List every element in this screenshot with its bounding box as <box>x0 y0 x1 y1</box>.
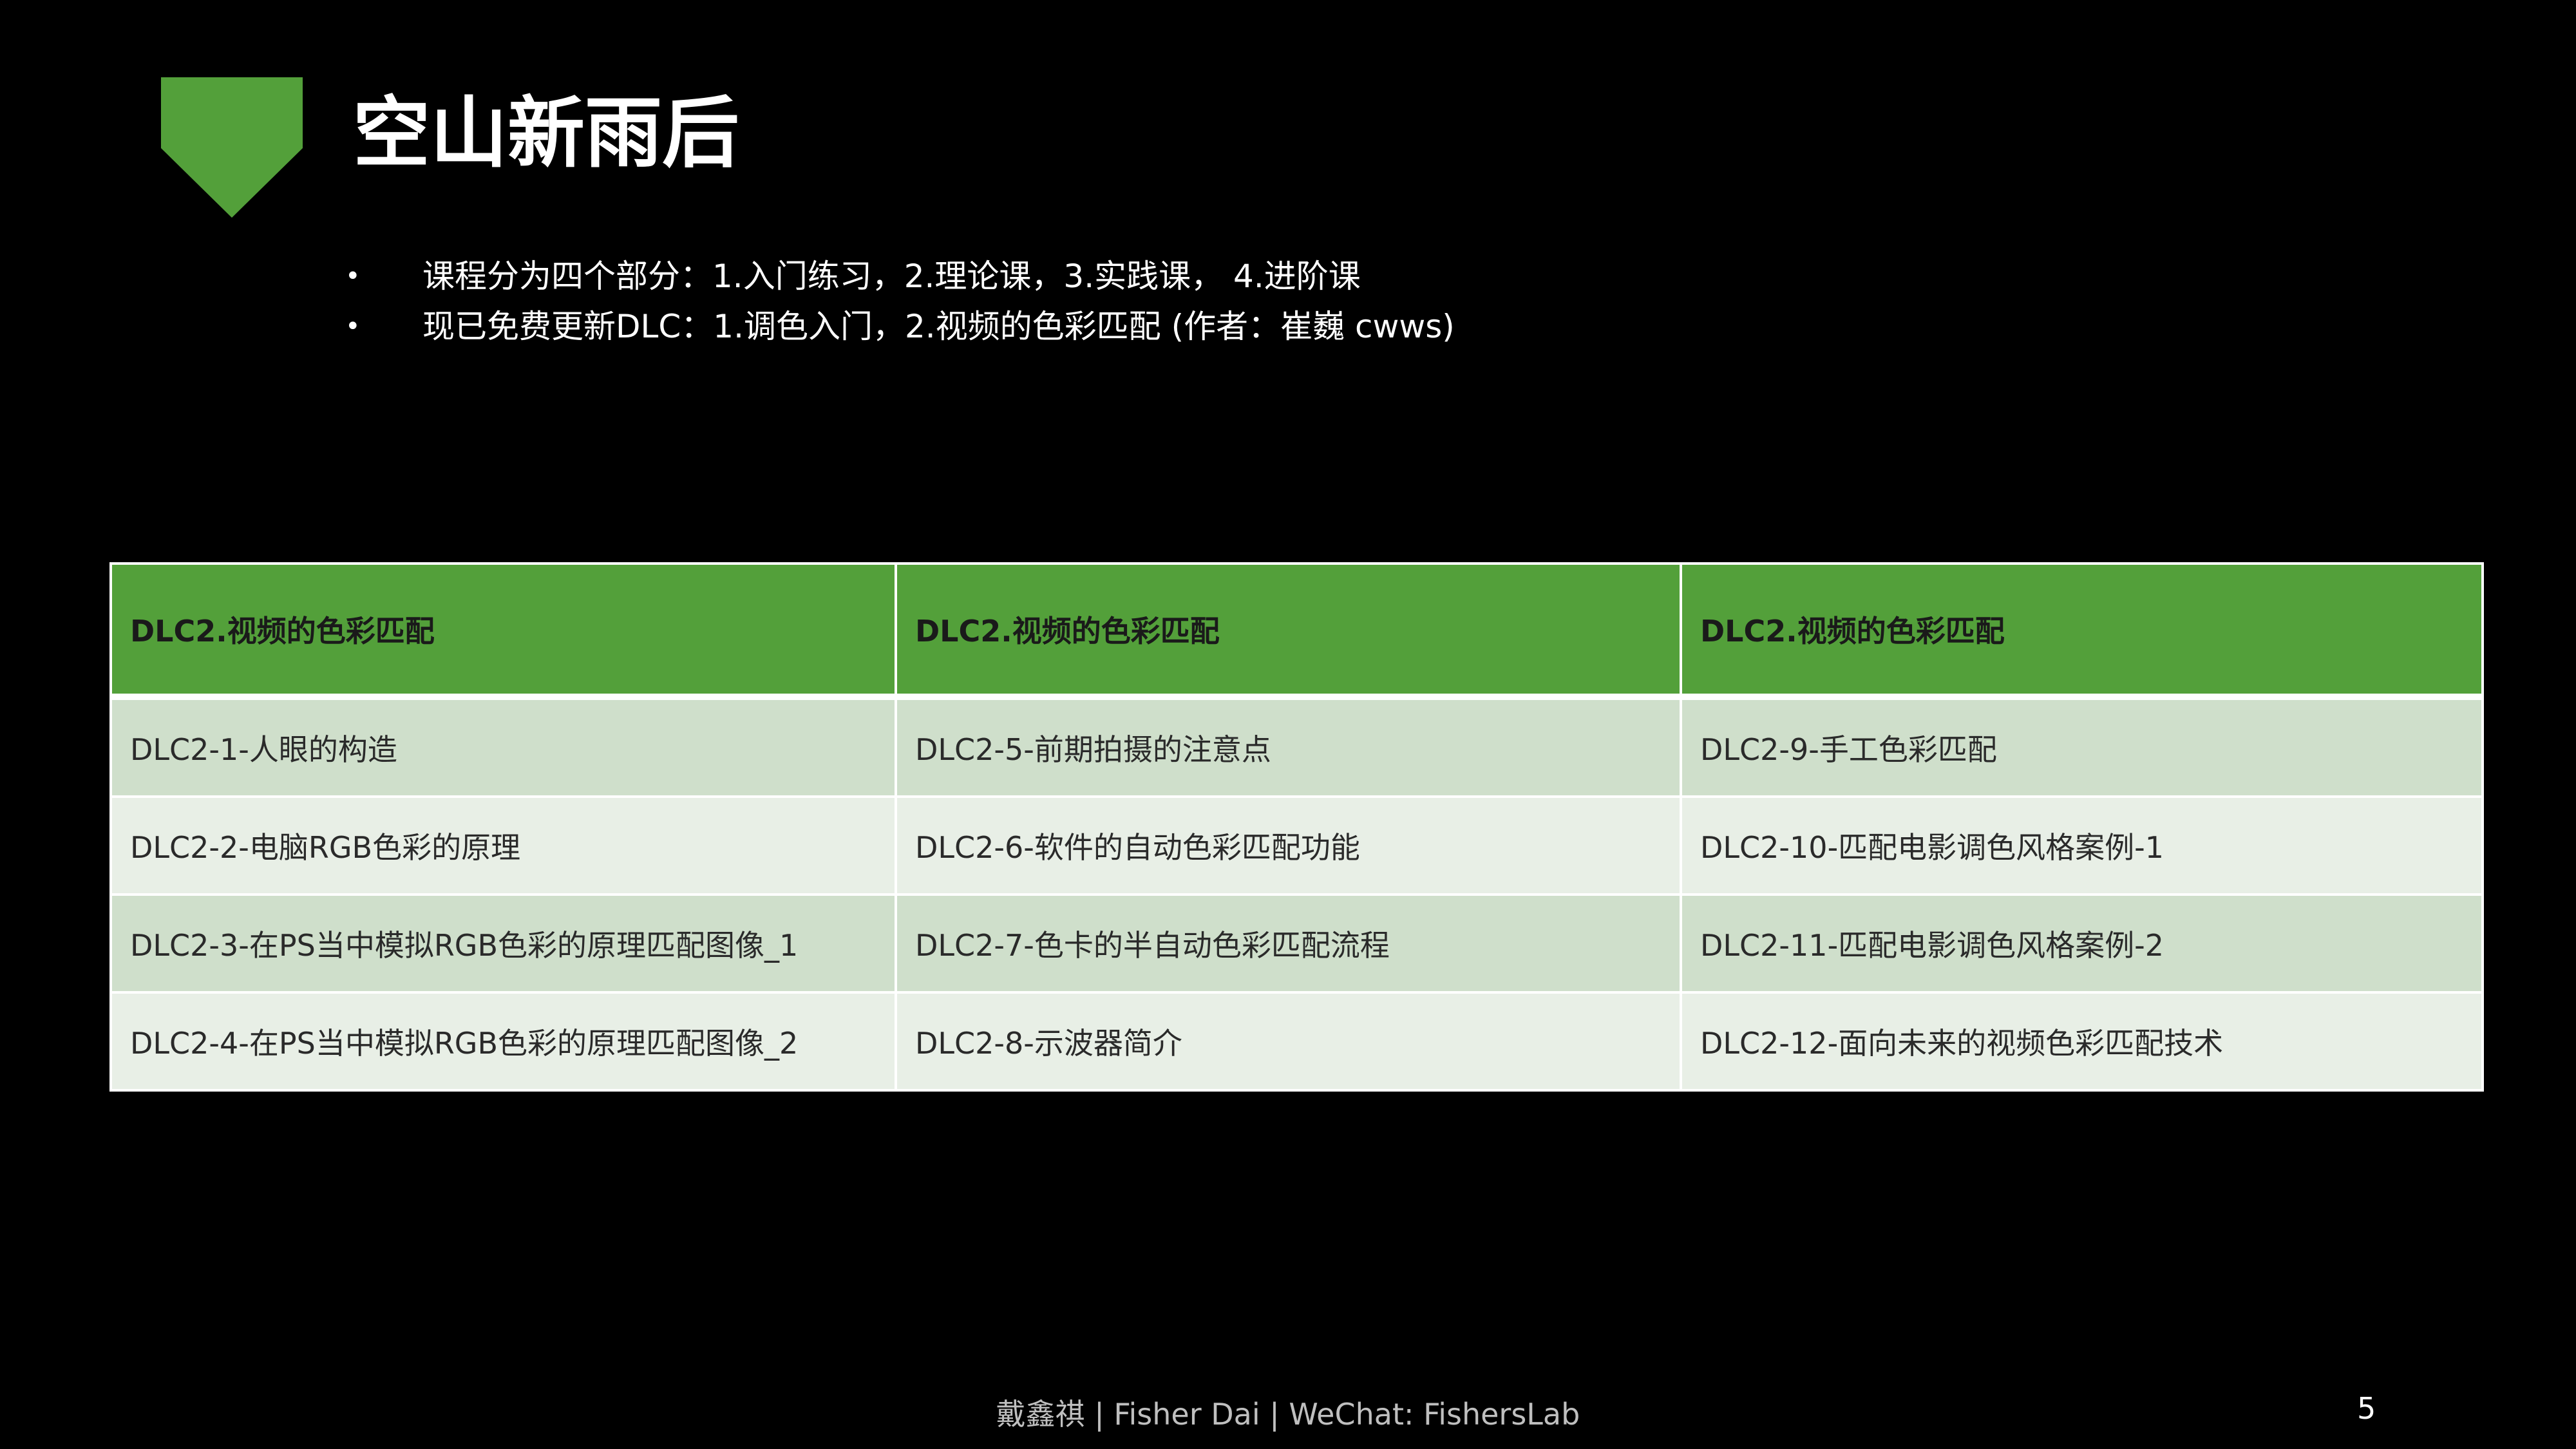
bullet-item: • 现已免费更新DLC：1.调色入门，2.视频的色彩匹配 (作者：崔巍 cwws… <box>341 301 1455 352</box>
table-cell: DLC2-2-电脑RGB色彩的原理 <box>109 797 897 896</box>
table-cell: DLC2-9-手工色彩匹配 <box>1680 697 2484 798</box>
table-header-cell: DLC2.视频的色彩匹配 <box>1680 562 2484 700</box>
table-header-cell: DLC2.视频的色彩匹配 <box>109 562 897 700</box>
table-cell: DLC2-1-人眼的构造 <box>109 697 897 798</box>
lesson-table: DLC2.视频的色彩匹配 DLC2.视频的色彩匹配 DLC2.视频的色彩匹配 D… <box>109 562 2484 1092</box>
table-cell: DLC2-8-示波器简介 <box>895 992 1682 1092</box>
bullet-dot-icon: • <box>345 312 361 341</box>
table-cell: DLC2-6-软件的自动色彩匹配功能 <box>895 797 1682 896</box>
table-row: DLC2-1-人眼的构造 DLC2-5-前期拍摄的注意点 DLC2-9-手工色彩… <box>109 697 2484 798</box>
table-row: DLC2-4-在PS当中模拟RGB色彩的原理匹配图像_2 DLC2-8-示波器简… <box>109 992 2484 1092</box>
bullet-dot-icon: • <box>345 261 361 291</box>
table-cell: DLC2-11-匹配电影调色风格案例-2 <box>1680 895 2484 994</box>
table-header-row: DLC2.视频的色彩匹配 DLC2.视频的色彩匹配 DLC2.视频的色彩匹配 <box>109 562 2484 700</box>
bullet-list: • 课程分为四个部分：1.入门练习，2.理论课，3.实践课， 4.进阶课 • 现… <box>341 251 1455 352</box>
table-row: DLC2-2-电脑RGB色彩的原理 DLC2-6-软件的自动色彩匹配功能 DLC… <box>109 797 2484 896</box>
table-cell: DLC2-12-面向未来的视频色彩匹配技术 <box>1680 992 2484 1092</box>
slide-title: 空山新雨后 <box>353 89 739 178</box>
page-number: 5 <box>2357 1391 2376 1426</box>
bullet-item: • 课程分为四个部分：1.入门练习，2.理论课，3.实践课， 4.进阶课 <box>341 251 1455 301</box>
table-row: DLC2-3-在PS当中模拟RGB色彩的原理匹配图像_1 DLC2-7-色卡的半… <box>109 895 2484 994</box>
bullet-text: 现已免费更新DLC：1.调色入门，2.视频的色彩匹配 (作者：崔巍 cwws) <box>422 308 1455 345</box>
table-cell: DLC2-5-前期拍摄的注意点 <box>895 697 1682 798</box>
bullet-text: 课程分为四个部分：1.入门练习，2.理论课，3.实践课， 4.进阶课 <box>422 258 1361 295</box>
table-cell: DLC2-7-色卡的半自动色彩匹配流程 <box>895 895 1682 994</box>
table-cell: DLC2-10-匹配电影调色风格案例-1 <box>1680 797 2484 896</box>
chevron-badge-icon <box>161 77 303 218</box>
slide-footer: 戴鑫祺 | Fisher Dai | WeChat: FishersLab <box>996 1397 1580 1432</box>
table-cell: DLC2-4-在PS当中模拟RGB色彩的原理匹配图像_2 <box>109 992 897 1092</box>
table-header-cell: DLC2.视频的色彩匹配 <box>895 562 1682 700</box>
table-cell: DLC2-3-在PS当中模拟RGB色彩的原理匹配图像_1 <box>109 895 897 994</box>
